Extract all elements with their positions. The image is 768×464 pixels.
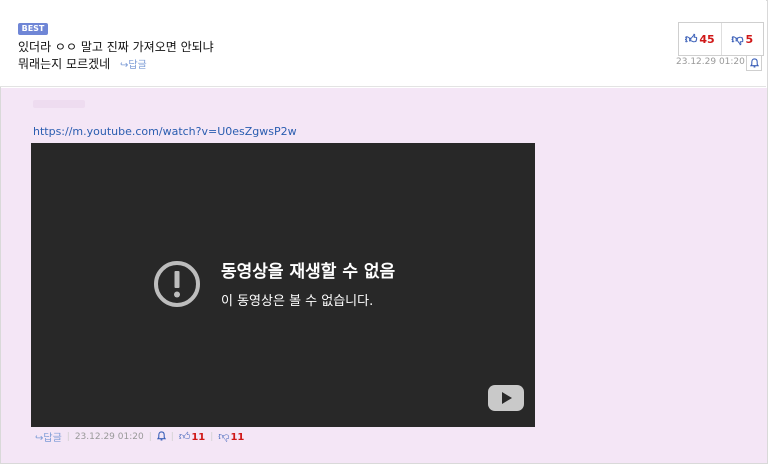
best-badge: BEST <box>18 23 48 35</box>
notify-button[interactable] <box>156 431 166 442</box>
reply-downvote-count: 11 <box>230 432 245 443</box>
reply-link[interactable]: ↪답글 <box>120 60 147 71</box>
video-error-subtitle: 이 동영상은 볼 수 없습니다. <box>221 294 374 309</box>
downvote-count: 5 <box>745 32 754 46</box>
youtube-logo-icon[interactable] <box>488 385 524 411</box>
reply-comment: https://m.youtube.com/watch?v=U0esZgwsP2… <box>1 88 767 463</box>
thumbs-up-icon: 👍︎ <box>684 31 698 46</box>
thumbs-down-icon: 👎︎ <box>731 31 744 46</box>
best-comment: BEST 있더라 ㅇㅇ 말고 진짜 가져오면 안되냐 뭐래는지 모르겠네 ↪답글… <box>0 0 766 87</box>
reply-meta-bar: ↪답글 | 23.12.29 01:20 | | 👍︎11 | 👎︎11 <box>35 429 244 444</box>
divider: | <box>66 431 70 442</box>
downvote-button[interactable]: 👎︎ 5 <box>720 23 764 55</box>
reply-link[interactable]: ↪답글 <box>35 429 62 444</box>
thumbs-up-icon: 👍︎ <box>178 430 191 443</box>
reply-upvote-button[interactable]: 👍︎11 <box>179 430 205 443</box>
upvote-button[interactable]: 👍︎ 45 <box>679 23 721 55</box>
comment-text-line1: 있더라 ㅇㅇ 말고 진짜 가져오면 안되냐 <box>18 40 214 54</box>
divider: | <box>170 431 174 442</box>
comment-timestamp: 23.12.29 01:20 <box>676 57 745 67</box>
bell-icon <box>749 57 759 67</box>
reply-timestamp: 23.12.29 01:20 <box>74 431 144 442</box>
notify-button[interactable] <box>746 55 762 71</box>
vote-box: 👍︎ 45 👎︎ 5 <box>678 22 764 56</box>
reply-upvote-count: 11 <box>191 432 206 443</box>
comment-text-line2: 뭐래는지 모르겠네 ↪답글 <box>18 55 147 72</box>
reply-nickname-placeholder <box>33 100 85 108</box>
exclamation-circle-icon <box>154 261 200 307</box>
video-error-title: 동영상을 재생할 수 없음 <box>221 262 396 282</box>
divider: | <box>210 431 214 442</box>
video-url-link[interactable]: https://m.youtube.com/watch?v=U0esZgwsP2… <box>33 125 297 138</box>
divider: | <box>148 431 152 442</box>
comment-text-line2-text: 뭐래는지 모르겠네 <box>18 57 111 71</box>
video-player[interactable]: 동영상을 재생할 수 없음 이 동영상은 볼 수 없습니다. <box>31 143 535 427</box>
upvote-count: 45 <box>699 32 715 46</box>
bell-icon <box>156 431 166 441</box>
thumbs-down-icon: 👎︎ <box>218 430 230 443</box>
reply-downvote-button[interactable]: 👎︎11 <box>218 430 244 443</box>
